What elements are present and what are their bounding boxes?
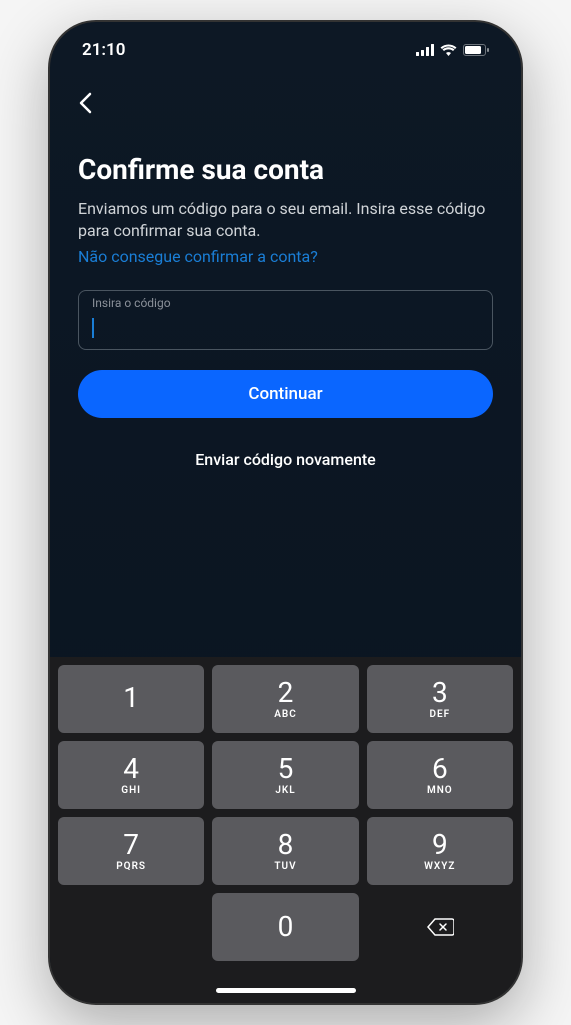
status-icons — [416, 44, 489, 56]
wifi-icon — [440, 44, 457, 56]
battery-icon — [463, 44, 489, 56]
key-1[interactable]: 1 — [58, 665, 204, 733]
phone-screen: 21:10 — [48, 20, 523, 1005]
home-indicator[interactable] — [216, 988, 356, 993]
key-letters: MNO — [427, 785, 453, 796]
key-letters: PQRS — [116, 861, 146, 872]
key-letters: DEF — [429, 709, 450, 720]
key-number: 6 — [432, 755, 448, 783]
key-4[interactable]: 4 GHI — [58, 741, 204, 809]
backspace-icon — [426, 917, 454, 937]
chevron-left-icon — [78, 92, 92, 114]
key-number: 2 — [278, 679, 294, 707]
keyboard-row-4: 0 — [58, 893, 513, 961]
main-content: Confirme sua conta Enviamos um código pa… — [50, 68, 521, 493]
key-number: 1 — [123, 684, 139, 712]
key-letters: JKL — [275, 785, 295, 796]
key-letters: TUV — [274, 861, 296, 872]
back-button[interactable] — [78, 80, 92, 129]
keyboard-row-1: 1 2 ABC 3 DEF — [58, 665, 513, 733]
key-0[interactable]: 0 — [212, 893, 358, 961]
key-letters: WXYZ — [424, 861, 455, 872]
key-blank — [58, 893, 204, 961]
key-7[interactable]: 7 PQRS — [58, 817, 204, 885]
numeric-keyboard: 1 2 ABC 3 DEF 4 GHI 5 JKL 6 MN — [50, 657, 521, 1003]
keyboard-row-2: 4 GHI 5 JKL 6 MNO — [58, 741, 513, 809]
keyboard-row-3: 7 PQRS 8 TUV 9 WXYZ — [58, 817, 513, 885]
status-bar: 21:10 — [50, 22, 521, 68]
input-cursor — [92, 318, 94, 338]
key-9[interactable]: 9 WXYZ — [367, 817, 513, 885]
key-5[interactable]: 5 JKL — [212, 741, 358, 809]
key-number: 3 — [432, 679, 448, 707]
key-delete[interactable] — [367, 893, 513, 961]
code-input-wrapper: Insira o código — [78, 290, 493, 350]
resend-code-button[interactable]: Enviar código novamente — [78, 438, 493, 481]
key-letters: ABC — [274, 709, 297, 720]
key-2[interactable]: 2 ABC — [212, 665, 358, 733]
key-6[interactable]: 6 MNO — [367, 741, 513, 809]
key-letters: GHI — [121, 785, 141, 796]
code-input-label: Insira o código — [92, 296, 171, 310]
key-number: 8 — [278, 831, 294, 859]
help-link[interactable]: Não consegue confirmar a conta? — [78, 247, 318, 266]
page-description: Enviamos um código para o seu email. Ins… — [78, 198, 493, 243]
status-time: 21:10 — [82, 40, 125, 60]
key-number: 0 — [278, 913, 294, 941]
signal-icon — [416, 44, 434, 56]
key-8[interactable]: 8 TUV — [212, 817, 358, 885]
key-number: 4 — [123, 755, 139, 783]
key-number: 5 — [278, 755, 294, 783]
key-number: 9 — [432, 831, 448, 859]
continue-button[interactable]: Continuar — [78, 370, 493, 418]
key-3[interactable]: 3 DEF — [367, 665, 513, 733]
key-number: 7 — [123, 831, 139, 859]
page-title: Confirme sua conta — [78, 153, 493, 186]
